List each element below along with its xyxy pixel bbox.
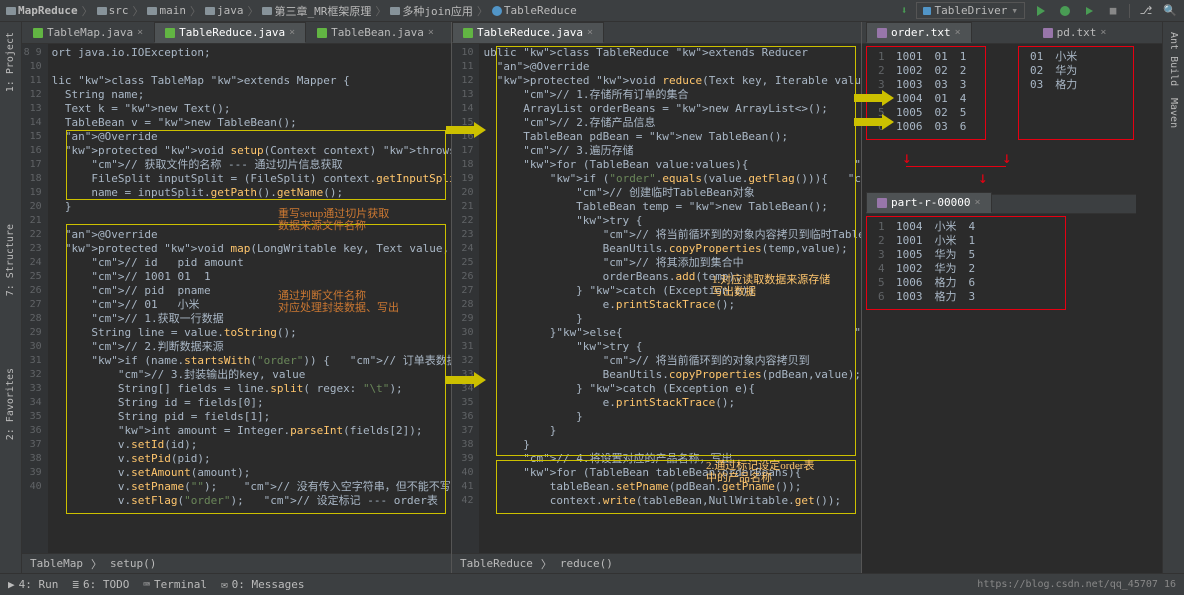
right-tool-stripe: Ant Build Maven xyxy=(1162,22,1184,573)
tab-result[interactable]: part-r-00000× xyxy=(866,192,992,213)
status-text: https://blog.csdn.net/qq_45707 16 xyxy=(977,579,1176,590)
gutter-left: 8 9 10 11 12 13 14 15 16 17 18 19 20 21 … xyxy=(22,44,48,553)
stop-button[interactable]: ■ xyxy=(1105,3,1121,19)
bot-terminal[interactable]: ⌨ Terminal xyxy=(143,578,207,591)
top-toolbar: MapReduce〉 src〉 main〉 java〉 第三章_MR框架原理〉 … xyxy=(0,0,1184,22)
tab-order[interactable]: order.txt× xyxy=(866,22,972,43)
left-tool-stripe: 1: Project 7: Structure 2: Favorites xyxy=(0,22,22,573)
editor-pane-right: order.txt× pd.txt× 110010112100202231003… xyxy=(862,22,1162,573)
result-tabs: part-r-00000× xyxy=(866,194,1136,214)
close-icon[interactable]: × xyxy=(1100,27,1106,38)
separator xyxy=(1129,4,1130,18)
search-icon[interactable]: 🔍 xyxy=(1162,3,1178,19)
folder-icon xyxy=(6,7,16,15)
tab-pd[interactable]: pd.txt× xyxy=(1032,22,1118,43)
result-area: part-r-00000× 11004小米421001小米131005华为541… xyxy=(866,194,1136,214)
editor-pane-mid: TableReduce.java× 10 11 12 13 14 15 16 1… xyxy=(452,22,862,573)
code-view-mid[interactable]: 10 11 12 13 14 15 16 17 18 19 20 21 22 2… xyxy=(452,44,861,553)
editor-pane-left: TableMap.java× TableReduce.java× TableBe… xyxy=(22,22,452,573)
annotation-text-1: 重写setup通过切片获取 数据来源文件名称 xyxy=(278,208,389,232)
tool-favorites[interactable]: 2: Favorites xyxy=(3,362,18,446)
tabs-left: TableMap.java× TableReduce.java× TableBe… xyxy=(22,22,451,44)
git-icon[interactable]: ⎇ xyxy=(1138,3,1154,19)
folder-icon xyxy=(205,7,215,15)
arrow-down-1: ↓ xyxy=(902,148,912,167)
editor-splitter: TableMap.java× TableReduce.java× TableBe… xyxy=(22,22,1184,573)
annotation-text-2: 通过判断文件名称 对应处理封装数据、写出 xyxy=(278,290,399,314)
coverage-icon xyxy=(1086,7,1093,15)
txt-icon xyxy=(877,28,887,38)
breadcrumb-bottom-mid[interactable]: TableReduce〉reduce() xyxy=(452,553,861,573)
tabs-mid: TableReduce.java× xyxy=(452,22,861,44)
result-table: 11004小米421001小米131005华为541002华为251006格力6… xyxy=(868,218,985,306)
tab-tablereduce[interactable]: TableReduce.java× xyxy=(154,22,306,43)
bc-3[interactable]: java xyxy=(205,4,244,17)
debug-button[interactable] xyxy=(1057,3,1073,19)
breadcrumb: MapReduce〉 src〉 main〉 java〉 第三章_MR框架原理〉 … xyxy=(6,3,901,19)
tab-tablemap[interactable]: TableMap.java× xyxy=(22,22,154,43)
tool-ant[interactable]: Ant Build xyxy=(1166,26,1181,92)
tool-maven[interactable]: Maven xyxy=(1166,92,1181,134)
bug-icon xyxy=(1060,6,1070,16)
bot-run[interactable]: ▶ 4: Run xyxy=(8,578,58,591)
close-icon[interactable]: × xyxy=(955,27,961,38)
gutter-mid: 10 11 12 13 14 15 16 17 18 19 20 21 22 2… xyxy=(452,44,479,553)
close-icon[interactable]: × xyxy=(289,27,295,38)
java-icon xyxy=(317,28,327,38)
annotation-text-4: 2.通过标记设定order表 中的产品名称 xyxy=(706,460,814,484)
txt-icon xyxy=(1043,28,1053,38)
run-config-selector[interactable]: TableDriver▾ xyxy=(916,2,1025,19)
tab-tablebean[interactable]: TableBean.java× xyxy=(306,22,445,43)
txt-icon xyxy=(877,198,887,208)
bc-1[interactable]: src xyxy=(97,4,129,17)
bot-messages[interactable]: ✉ 0: Messages xyxy=(221,578,304,591)
java-icon xyxy=(165,28,175,38)
arrow-join xyxy=(906,166,1006,167)
order-table: 1100101121002022310030334100401451005025… xyxy=(868,48,976,136)
code-view-left[interactable]: 8 9 10 11 12 13 14 15 16 17 18 19 20 21 … xyxy=(22,44,451,553)
class-icon xyxy=(492,6,502,16)
tabs-right: order.txt× pd.txt× xyxy=(862,22,1162,44)
coverage-button[interactable] xyxy=(1081,3,1097,19)
build-icon[interactable]: ⬇ xyxy=(901,4,908,17)
folder-icon xyxy=(262,7,272,15)
main-area: 1: Project 7: Structure 2: Favorites Tab… xyxy=(0,22,1184,573)
java-icon xyxy=(33,28,43,38)
toolbar-right: ⬇ TableDriver▾ ■ ⎇ 🔍 xyxy=(901,2,1178,19)
annotation-text-3: 1.对应读取数据来源存储 写出数据 xyxy=(712,274,830,298)
status-bar: ▶ 4: Run ≣ 6: TODO ⌨ Terminal ✉ 0: Messa… xyxy=(0,573,1184,595)
folder-icon xyxy=(147,7,157,15)
tool-project[interactable]: 1: Project xyxy=(3,26,18,98)
pd-table: 01小米02华为03格力 xyxy=(1020,48,1087,94)
close-icon[interactable]: × xyxy=(587,27,593,38)
bc-6[interactable]: TableReduce xyxy=(492,4,577,17)
folder-icon xyxy=(390,7,400,15)
data-view: 1100101121002022310030334100401451005025… xyxy=(862,44,1162,573)
breadcrumb-bottom-left[interactable]: TableMap〉setup() xyxy=(22,553,451,573)
run-button[interactable] xyxy=(1033,3,1049,19)
close-icon[interactable]: × xyxy=(137,27,143,38)
play-icon xyxy=(1037,6,1045,16)
bc-4[interactable]: 第三章_MR框架原理 xyxy=(262,3,371,19)
tool-structure[interactable]: 7: Structure xyxy=(3,218,18,302)
arrow-down-3: ↓ xyxy=(978,168,988,187)
close-icon[interactable]: × xyxy=(974,197,980,208)
tab-tablereduce-2[interactable]: TableReduce.java× xyxy=(452,22,604,43)
folder-icon xyxy=(97,7,107,15)
bc-0[interactable]: MapReduce xyxy=(6,4,78,17)
bc-5[interactable]: 多种join应用 xyxy=(390,3,473,19)
bc-2[interactable]: main xyxy=(147,4,186,17)
java-icon xyxy=(463,28,473,38)
close-icon[interactable]: × xyxy=(428,27,434,38)
bot-todo[interactable]: ≣ 6: TODO xyxy=(72,578,129,591)
app-icon xyxy=(923,7,931,15)
arrow-down-2: ↓ xyxy=(1002,148,1012,167)
